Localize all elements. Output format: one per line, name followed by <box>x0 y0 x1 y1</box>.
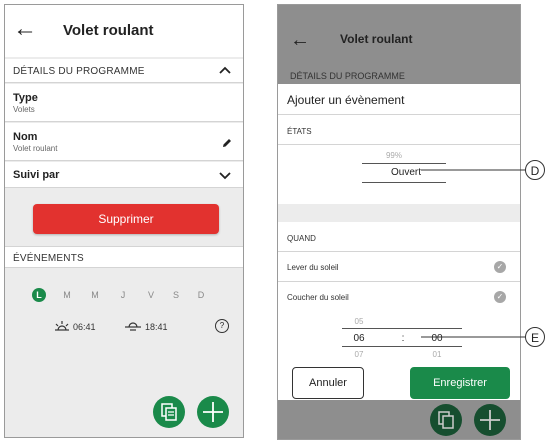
callout-d: D <box>525 160 545 180</box>
callout-lines <box>421 169 527 338</box>
callout-e: E <box>525 327 545 347</box>
